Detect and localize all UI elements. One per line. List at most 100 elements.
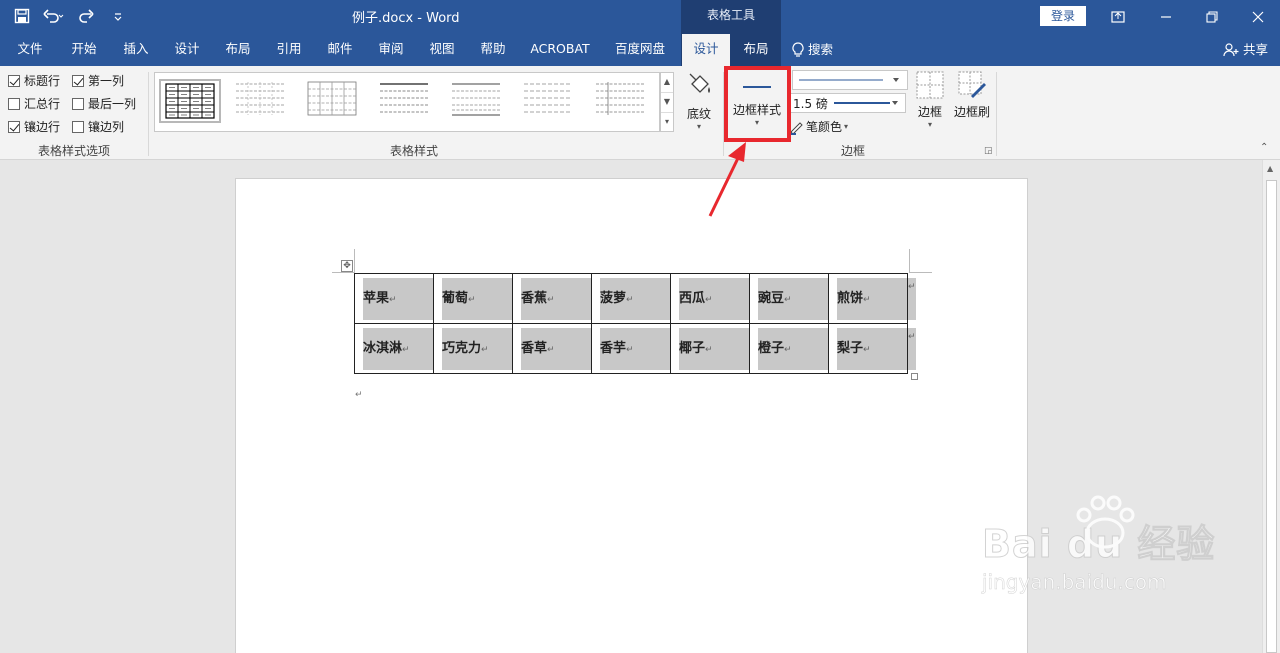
cell-text: 梨子 — [837, 340, 864, 356]
table-cell[interactable]: 巧克力↵ — [433, 323, 513, 374]
customize-qat-button[interactable] — [104, 4, 132, 28]
save-button[interactable] — [8, 4, 36, 28]
gallery-scroll-up-button[interactable]: ▲ — [661, 73, 673, 93]
vertical-scrollbar[interactable]: ▲ — [1262, 160, 1280, 653]
share-button[interactable]: 共享 — [1223, 34, 1268, 66]
table-cell[interactable]: 香芋↵ — [591, 323, 671, 374]
table-cell[interactable]: 橙子↵ — [749, 323, 829, 374]
banded-columns-label: 镶边列 — [88, 120, 125, 134]
tell-me-search[interactable]: 搜索 — [792, 34, 846, 66]
search-label: 搜索 — [808, 42, 834, 57]
redo-button[interactable] — [72, 4, 100, 28]
tab-home[interactable]: 开始 — [62, 34, 106, 66]
line-weight-dropdown[interactable]: 1.5 磅 — [790, 93, 906, 113]
cell-text: 椰子 — [679, 340, 706, 356]
border-painter-button[interactable]: 边框刷 — [952, 70, 992, 136]
tab-table-layout[interactable]: 布局 — [731, 34, 781, 66]
table-cell[interactable]: 冰淇淋↵ — [354, 323, 434, 374]
table-style-plain-2[interactable] — [303, 79, 365, 123]
tab-acrobat[interactable]: ACROBAT — [526, 34, 594, 66]
table-style-plain-5[interactable] — [519, 79, 581, 123]
line-style-dropdown[interactable] — [792, 70, 908, 90]
cell-end-mark: ↵ — [784, 294, 792, 305]
line-weight-preview — [833, 101, 898, 105]
ribbon-display-options-button[interactable] — [1096, 0, 1140, 34]
table-resize-handle[interactable] — [911, 373, 918, 380]
checkbox-total-row[interactable]: 汇总行 — [8, 95, 60, 112]
table-move-handle[interactable]: ✥ — [341, 260, 353, 272]
table-cell[interactable]: 菠萝↵ — [591, 273, 671, 324]
last-column-checkbox[interactable] — [72, 97, 84, 110]
table-style-grid[interactable] — [159, 79, 221, 123]
table-style-plain-4[interactable] — [447, 79, 509, 123]
tab-view[interactable]: 视图 — [420, 34, 464, 66]
row-end: ↵ — [907, 323, 918, 374]
total-row-label: 汇总行 — [24, 97, 61, 111]
group-label-table-styles: 表格样式 — [389, 144, 438, 158]
tab-mailings[interactable]: 邮件 — [318, 34, 362, 66]
person-add-icon — [1223, 43, 1239, 57]
checkbox-last-column[interactable]: 最后一列 — [72, 95, 136, 112]
close-icon — [1252, 11, 1264, 23]
shading-label: 底纹 — [686, 107, 711, 121]
margin-guide — [909, 249, 910, 273]
table-cell[interactable]: 西瓜↵ — [670, 273, 750, 324]
login-button[interactable]: 登录 — [1040, 6, 1086, 26]
banded-rows-checkbox[interactable] — [8, 120, 20, 133]
table-style-plain-1[interactable] — [231, 79, 293, 123]
cell-end-mark: ↵ — [863, 294, 871, 305]
total-row-checkbox[interactable] — [8, 97, 20, 110]
collapse-ribbon-button[interactable]: ⌃ — [1260, 142, 1268, 153]
table-cell[interactable]: 香草↵ — [512, 323, 592, 374]
close-window-button[interactable] — [1236, 0, 1280, 34]
table-cell[interactable]: 香蕉↵ — [512, 273, 592, 324]
checkbox-first-column[interactable]: 第一列 — [72, 72, 124, 89]
borders-button[interactable]: 边框 ▾ — [914, 70, 946, 136]
quick-access-toolbar — [8, 4, 132, 28]
tab-layout[interactable]: 布局 — [216, 34, 260, 66]
document-table: 苹果↵ 葡萄↵ 香蕉↵ 菠萝↵ 西瓜↵ 豌豆↵ 煎饼↵ ↵ 冰淇淋↵ 巧克力↵ … — [354, 273, 918, 374]
restore-icon — [1206, 11, 1218, 23]
margin-guide — [354, 249, 355, 273]
gallery-scroll-down-button[interactable]: ▼ — [661, 93, 673, 113]
tab-insert[interactable]: 插入 — [114, 34, 158, 66]
banded-columns-checkbox[interactable] — [72, 120, 84, 133]
table-style-plain-6[interactable] — [591, 79, 653, 123]
tab-review[interactable]: 审阅 — [369, 34, 413, 66]
customize-icon — [114, 13, 122, 21]
table-cell[interactable]: 梨子↵ — [828, 323, 908, 374]
checkbox-banded-rows[interactable]: 镶边行 — [8, 118, 60, 135]
checkbox-banded-columns[interactable]: 镶边列 — [72, 118, 124, 135]
shading-button[interactable]: 底纹 ▾ — [682, 70, 716, 136]
table-style-plain-6-preview — [596, 82, 644, 115]
table-cell[interactable]: 豌豆↵ — [749, 273, 829, 324]
scroll-thumb[interactable] — [1266, 180, 1277, 653]
tab-help[interactable]: 帮助 — [471, 34, 515, 66]
tab-references[interactable]: 引用 — [267, 34, 311, 66]
restore-button[interactable] — [1190, 0, 1234, 34]
header-row-checkbox[interactable] — [8, 74, 20, 87]
minimize-button[interactable] — [1144, 0, 1188, 34]
tab-baidu-netdisk[interactable]: 百度网盘 — [608, 34, 672, 66]
paint-bucket-icon — [689, 73, 710, 93]
first-column-checkbox[interactable] — [72, 74, 84, 87]
scroll-up-arrow[interactable]: ▲ — [1267, 164, 1273, 173]
baidu-watermark: Bai du 经验 jingyan.baidu.com — [981, 495, 1215, 594]
cell-end-mark: ↵ — [402, 344, 410, 355]
cell-end-mark: ↵ — [705, 294, 713, 305]
table-cell[interactable]: 煎饼↵ — [828, 273, 908, 324]
pen-color-button[interactable]: 笔颜色 ▾ — [788, 118, 848, 135]
arrow-annotation-icon — [708, 142, 746, 217]
header-row-label: 标题行 — [24, 74, 61, 88]
borders-dialog-launcher[interactable]: ◲ — [984, 146, 993, 156]
undo-button[interactable] — [40, 4, 68, 28]
gallery-more-button[interactable]: ▾ — [661, 113, 673, 133]
tab-table-design[interactable]: 设计 — [681, 34, 731, 66]
checkbox-header-row[interactable]: 标题行 — [8, 72, 60, 89]
tab-design[interactable]: 设计 — [165, 34, 209, 66]
table-cell[interactable]: 葡萄↵ — [433, 273, 513, 324]
table-cell[interactable]: 苹果↵ — [354, 273, 434, 324]
table-style-plain-3[interactable] — [375, 79, 437, 123]
table-cell[interactable]: 椰子↵ — [670, 323, 750, 374]
tab-file[interactable]: 文件 — [8, 34, 52, 66]
